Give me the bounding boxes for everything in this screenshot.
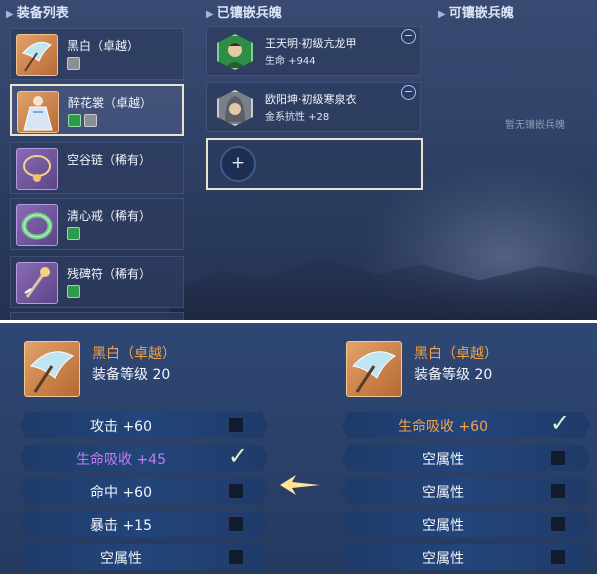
attribute-text: 空属性	[422, 518, 464, 534]
attribute-text: 命中 +60	[90, 485, 152, 501]
soul-stat: 金系抗性 +28	[265, 112, 330, 123]
equipment-item[interactable]: 清心戒（稀有）	[10, 198, 184, 250]
attribute-text: 攻击 +60	[90, 419, 152, 435]
equipment-list-header: ▶ 装备列表	[6, 2, 69, 21]
attribute-checkbox[interactable]	[550, 483, 566, 499]
attribute-checkbox[interactable]	[228, 417, 244, 433]
attribute-compare-panel: 黑白（卓越） 装备等级 20 攻击 +60 生命吸收 +45 ✓ 命中 +60 …	[0, 323, 597, 574]
checkmark-icon[interactable]: ✓	[550, 411, 570, 435]
inlaid-title: 已镶嵌兵魄	[216, 6, 282, 21]
remove-button[interactable]: −	[401, 29, 416, 44]
attribute-row[interactable]: 生命吸收 +45 ✓	[20, 444, 268, 471]
attribute-row[interactable]: 空属性	[342, 544, 590, 570]
soul-stat: 生命 +944	[265, 56, 316, 67]
equipment-name: 醉花裳（卓越）	[68, 96, 153, 110]
add-icon[interactable]: +	[220, 146, 256, 182]
gem-slot-icon	[67, 57, 80, 70]
attribute-text: 空属性	[422, 485, 464, 501]
attribute-checkbox[interactable]	[228, 516, 244, 532]
necklace-icon	[16, 148, 58, 190]
equipment-item[interactable]: 空谷链（稀有）	[10, 142, 184, 194]
attribute-row[interactable]: 攻击 +60	[20, 412, 268, 438]
triangle-icon: ▶	[438, 9, 446, 20]
equipment-name: 黑白（卓越）	[92, 346, 176, 362]
soul-name: 王天明·初级亢龙甲	[265, 37, 357, 50]
attribute-row[interactable]: 生命吸收 +60 ✓	[342, 411, 590, 438]
attribute-text: 空属性	[100, 551, 142, 567]
attribute-text: 生命吸收 +60	[398, 419, 488, 435]
equipment-level: 装备等级 20	[414, 367, 493, 383]
remove-button[interactable]: −	[401, 85, 416, 100]
attribute-row[interactable]: 暴击 +15	[20, 511, 268, 537]
gem-slot-icon	[67, 285, 80, 298]
equipment-name: 黑白（卓越）	[67, 39, 140, 53]
available-title: 可镶嵌兵魄	[448, 6, 514, 21]
attribute-row[interactable]: 空属性	[342, 511, 590, 537]
inlay-panel: ▶ 装备列表 ▶ 已镶嵌兵魄 ▶ 可镶嵌兵魄 黑白（卓越） 醉花裳（卓越） 空谷…	[0, 0, 597, 320]
attribute-row[interactable]: 空属性	[20, 544, 268, 570]
inlaid-soul-item[interactable]: 欧阳坤·初级寒泉衣 金系抗性 +28 −	[206, 82, 421, 132]
parasol-icon	[24, 341, 80, 397]
equipment-name: 残碑符（稀有）	[67, 267, 152, 281]
warrior-portrait-icon	[217, 34, 253, 70]
available-header: ▶ 可镶嵌兵魄	[438, 2, 514, 21]
checkmark-icon[interactable]: ✓	[228, 444, 248, 468]
attribute-checkbox[interactable]	[550, 516, 566, 532]
empty-inlay-slot[interactable]: +	[206, 138, 423, 190]
equipment-item[interactable]: 黑白（卓越）	[10, 28, 184, 80]
inlaid-soul-item[interactable]: 王天明·初级亢龙甲 生命 +944 −	[206, 26, 421, 76]
soul-name: 欧阳坤·初级寒泉衣	[265, 93, 357, 106]
triangle-icon: ▶	[206, 9, 214, 20]
ring-icon	[16, 204, 58, 246]
attribute-text: 暴击 +15	[90, 518, 152, 534]
no-available-souls-text: 暂无镶嵌兵魄	[505, 120, 565, 131]
attribute-checkbox[interactable]	[550, 450, 566, 466]
triangle-icon: ▶	[6, 9, 14, 20]
inlaid-header: ▶ 已镶嵌兵魄	[206, 2, 282, 21]
equipment-name: 清心戒（稀有）	[67, 209, 152, 223]
talisman-icon	[16, 262, 58, 304]
dress-icon	[17, 91, 59, 133]
equipment-list-title: 装备列表	[16, 6, 69, 21]
attribute-row[interactable]: 命中 +60	[20, 478, 268, 504]
attribute-row[interactable]: 空属性	[342, 445, 590, 471]
hooded-portrait-icon	[217, 90, 253, 126]
attribute-text: 空属性	[422, 551, 464, 567]
equipment-item-partial[interactable]	[10, 312, 184, 320]
gem-slot-icon	[68, 114, 81, 127]
parasol-icon	[16, 34, 58, 76]
gem-slot-icon	[67, 227, 80, 240]
left-arrow-icon[interactable]	[278, 473, 322, 502]
attribute-checkbox[interactable]	[550, 549, 566, 565]
equipment-name: 黑白（卓越）	[414, 346, 498, 362]
attribute-checkbox[interactable]	[228, 483, 244, 499]
attribute-text: 生命吸收 +45	[76, 452, 166, 468]
equipment-item-selected[interactable]: 醉花裳（卓越）	[10, 84, 184, 136]
equipment-name: 空谷链（稀有）	[67, 153, 152, 167]
game-screen: ▶ 装备列表 ▶ 已镶嵌兵魄 ▶ 可镶嵌兵魄 黑白（卓越） 醉花裳（卓越） 空谷…	[0, 0, 597, 574]
attribute-row[interactable]: 空属性	[342, 478, 590, 504]
equipment-item[interactable]: 残碑符（稀有）	[10, 256, 184, 308]
parasol-icon	[346, 341, 402, 397]
equipment-list[interactable]: 黑白（卓越） 醉花裳（卓越） 空谷链（稀有） 清心戒（稀有） 残碑符（稀有）	[10, 24, 186, 320]
attribute-checkbox[interactable]	[228, 549, 244, 565]
attribute-text: 空属性	[422, 452, 464, 468]
equipment-level: 装备等级 20	[92, 367, 171, 383]
gem-slot-icon	[84, 114, 97, 127]
